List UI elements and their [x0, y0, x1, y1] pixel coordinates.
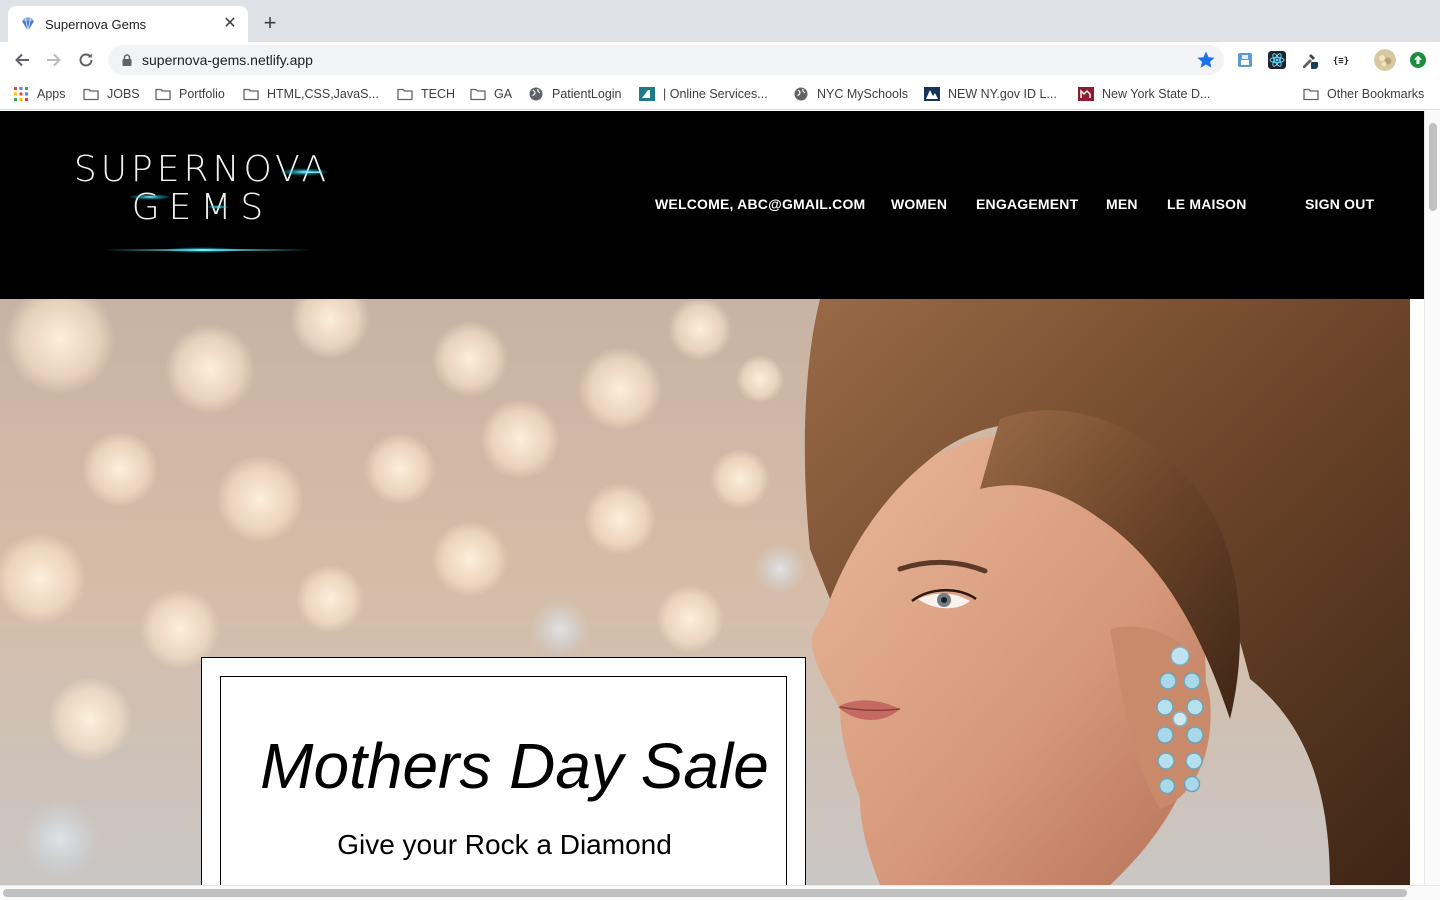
eyedropper-extension-icon[interactable]	[1300, 51, 1318, 69]
promo-title: Mothers Day Sale	[260, 730, 769, 802]
bookmark-portfolio[interactable]: Portfolio	[155, 85, 225, 103]
horizontal-scrollbar[interactable]	[0, 885, 1440, 900]
site-favicon	[1078, 87, 1094, 101]
back-button[interactable]	[10, 48, 34, 72]
vertical-scrollbar[interactable]	[1424, 111, 1440, 885]
folder-icon	[470, 88, 486, 101]
nav-sign-out[interactable]: SIGN OUT	[1305, 196, 1374, 212]
page-viewport: SUPERNOVA GEMS WELCOME, ABC@GMAIL.COM WO…	[0, 111, 1440, 900]
folder-icon	[1303, 88, 1319, 101]
bookmark-jobs[interactable]: JOBS	[83, 85, 140, 103]
bookmark-label: NYC MySchools	[817, 87, 908, 101]
bookmark-star-icon[interactable]	[1196, 50, 1216, 70]
react-devtools-icon[interactable]	[1268, 51, 1286, 69]
bookmark-label: JOBS	[107, 87, 140, 101]
bookmark-apps[interactable]: Apps	[13, 85, 66, 103]
forward-button[interactable]	[42, 48, 66, 72]
hero-banner: Mothers Day Sale Give your Rock a Diamon…	[0, 299, 1410, 885]
arrow-right-icon	[47, 53, 61, 67]
bookmark-label: GA	[494, 87, 513, 101]
bookmark-label: | Online Services...	[663, 87, 768, 101]
arrow-left-icon	[15, 53, 29, 67]
apps-grid-icon	[14, 87, 28, 101]
bookmark-label: Apps	[37, 87, 66, 101]
profile-avatar[interactable]	[1374, 49, 1396, 71]
vertical-scroll-thumb[interactable]	[1429, 123, 1437, 211]
globe-icon	[794, 87, 808, 101]
horizontal-scroll-thumb[interactable]	[3, 889, 1407, 897]
bookmark-patientlogin[interactable]: PatientLogin	[528, 85, 622, 103]
url-text: supernova-gems.netlify.app	[142, 52, 313, 68]
update-available-icon[interactable]	[1409, 51, 1427, 69]
bookmark-label: New York State D...	[1102, 87, 1211, 101]
globe-icon	[529, 87, 543, 101]
site-favicon	[639, 87, 655, 101]
bookmark-label: Other Bookmarks	[1327, 87, 1425, 101]
browser-toolbar: supernova-gems.netlify.app {≡}	[0, 42, 1440, 78]
address-bar[interactable]: supernova-gems.netlify.app	[108, 45, 1224, 75]
bookmark-label: NEW NY.gov ID L...	[948, 87, 1057, 101]
extension-print-icon[interactable]	[1236, 51, 1254, 69]
bookmarks-bar: Apps JOBS Portfolio HTML,CSS,JavaS... TE…	[0, 78, 1440, 110]
tab-close-icon[interactable]: ✕	[222, 16, 238, 32]
reload-icon	[79, 53, 93, 67]
bookmark-other[interactable]: Other Bookmarks	[1303, 85, 1424, 103]
lock-icon	[122, 54, 132, 66]
promo-subtitle: Give your Rock a Diamond	[337, 829, 672, 860]
folder-icon	[243, 88, 259, 101]
nav-women[interactable]: WOMEN	[891, 196, 947, 212]
promo-card[interactable]: Mothers Day Sale Give your Rock a Diamon…	[201, 657, 806, 885]
bookmark-label: TECH	[421, 87, 456, 101]
site-favicon	[924, 87, 940, 101]
bookmark-ny-gov-id[interactable]: NEW NY.gov ID L...	[924, 85, 1057, 103]
bookmark-label: PatientLogin	[552, 87, 622, 101]
bookmark-ny-state[interactable]: New York State D...	[1078, 85, 1210, 103]
site-header: SUPERNOVA GEMS WELCOME, ABC@GMAIL.COM WO…	[0, 111, 1424, 299]
nav-welcome[interactable]: WELCOME, ABC@GMAIL.COM	[655, 196, 865, 212]
nav-engagement[interactable]: ENGAGEMENT	[976, 196, 1078, 212]
svg-text:{≡}: {≡}	[1333, 57, 1349, 67]
bookmark-nyc-myschools[interactable]: NYC MySchools	[793, 85, 908, 103]
nav-men[interactable]: MEN	[1106, 196, 1138, 212]
bookmark-label: Portfolio	[179, 87, 225, 101]
browser-tabstrip: Supernova Gems ✕ +	[0, 0, 1440, 42]
diamond-favicon-icon	[22, 17, 34, 32]
folder-icon	[397, 88, 413, 101]
bookmark-label: HTML,CSS,JavaS...	[267, 87, 379, 101]
new-tab-button[interactable]: +	[258, 12, 282, 36]
browser-tab[interactable]: Supernova Gems ✕	[8, 6, 248, 42]
folder-icon	[83, 88, 99, 101]
bookmark-ga[interactable]: GA	[470, 85, 512, 103]
promo-card-inner: Mothers Day Sale Give your Rock a Diamon…	[220, 676, 787, 885]
reload-button[interactable]	[74, 48, 98, 72]
folder-icon	[155, 88, 171, 101]
logo-line2: GEMS	[132, 187, 273, 228]
supernova-gems-logo[interactable]: SUPERNOVA GEMS	[62, 139, 352, 259]
bookmark-online-services[interactable]: | Online Services...	[639, 85, 768, 103]
nav-le-maison[interactable]: LE MAISON	[1167, 196, 1247, 212]
bookmark-tech[interactable]: TECH	[397, 85, 455, 103]
json-viewer-icon[interactable]: {≡}	[1332, 51, 1350, 69]
bookmark-html-css[interactable]: HTML,CSS,JavaS...	[243, 85, 379, 103]
tab-title: Supernova Gems	[45, 16, 147, 32]
